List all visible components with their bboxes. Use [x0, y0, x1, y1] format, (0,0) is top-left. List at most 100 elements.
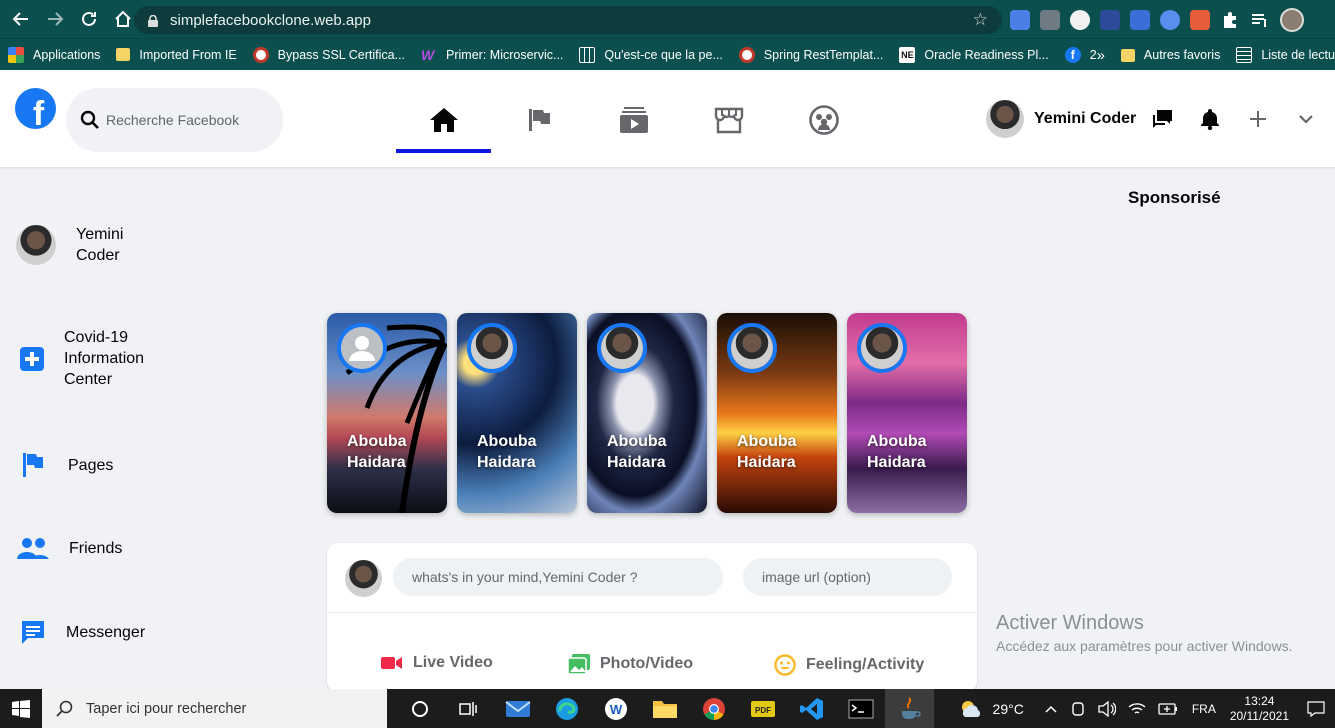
battery-icon[interactable]: [1158, 702, 1178, 715]
start-button[interactable]: [0, 689, 42, 728]
sidebar-item-pages[interactable]: Pages: [22, 453, 113, 477]
bookmark-item[interactable]: f 2: [1064, 46, 1097, 63]
translate-extension-icon[interactable]: [1010, 10, 1030, 30]
photo-icon: [568, 654, 590, 674]
bookmark-item[interactable]: Qu'est-ce que la pe...: [579, 46, 723, 63]
file-explorer-app[interactable]: [640, 689, 689, 728]
reload-button[interactable]: [74, 4, 104, 34]
profile-avatar-icon[interactable]: [1280, 8, 1304, 32]
apps-grid-icon: [8, 46, 24, 63]
puzzle-extension-icon[interactable]: [1100, 10, 1120, 30]
media-controls-icon[interactable]: [1250, 10, 1270, 30]
smiley-icon: [774, 654, 796, 676]
sidebar-item-covid[interactable]: Covid-19 Information Center: [20, 327, 164, 390]
tab-marketplace[interactable]: [681, 88, 776, 152]
meet-now-icon[interactable]: [1070, 701, 1086, 717]
notification-center-icon[interactable]: [1307, 700, 1325, 717]
flag-icon: [23, 453, 43, 477]
cortana-button[interactable]: [395, 689, 444, 728]
bookmark-item[interactable]: Spring RestTemplat...: [738, 46, 883, 63]
story-card[interactable]: Abouba Haidara: [717, 313, 837, 513]
edge-app[interactable]: [542, 689, 591, 728]
story-card[interactable]: Abouba Haidara: [457, 313, 577, 513]
shield-extension-icon[interactable]: [1160, 10, 1180, 30]
forward-button[interactable]: [40, 4, 70, 34]
story-card[interactable]: Abouba Haidara: [327, 313, 447, 513]
bookmark-item[interactable]: Bypass SSL Certifica...: [252, 46, 406, 63]
w-logo-icon: W: [421, 46, 435, 63]
taskbar-search[interactable]: Taper ici pour rechercher: [42, 689, 387, 728]
post-composer: Live Video Photo/Video Feeling/Activity: [327, 543, 977, 693]
sidebar-item-profile[interactable]: Yemini Coder: [16, 224, 146, 266]
back-button[interactable]: [6, 4, 36, 34]
vscode-icon: [799, 697, 823, 720]
lock-icon: [148, 14, 158, 27]
chrome-icon: [702, 697, 725, 720]
sidebar-item-friends[interactable]: Friends: [17, 537, 122, 559]
notifications-button[interactable]: [1186, 108, 1234, 130]
chrome-app[interactable]: [689, 689, 738, 728]
tab-watch[interactable]: [586, 88, 681, 152]
facebook-logo-icon[interactable]: f: [15, 88, 56, 129]
system-tray: 29°C FRA 13:24 20/11/2021: [953, 689, 1335, 728]
folder-icon: [652, 700, 677, 718]
action-label: Feeling/Activity: [806, 656, 925, 673]
bookmark-label: Bypass SSL Certifica...: [277, 47, 406, 62]
back-arrow-icon: [12, 12, 28, 26]
temperature-label: 29°C: [992, 700, 1024, 717]
browser-toolbar: simplefacebookclone.web.app ☆: [0, 0, 1335, 38]
bookmark-item[interactable]: Applications: [8, 46, 100, 63]
avatar[interactable]: [986, 100, 1024, 138]
header-user-name[interactable]: Yemini Coder: [1034, 110, 1136, 128]
image-url-input[interactable]: [743, 558, 952, 596]
pdf-icon: PDF: [750, 700, 775, 717]
fb-header: f Yemini Coder: [0, 70, 1335, 167]
tab-home[interactable]: [396, 88, 491, 153]
story-card[interactable]: Abouba Haidara: [587, 313, 707, 513]
overflow-chevron-icon: »: [1096, 46, 1105, 64]
live-video-button[interactable]: Live Video: [381, 654, 493, 672]
mail-app[interactable]: [493, 689, 542, 728]
account-menu-button[interactable]: [1282, 114, 1330, 124]
ne-logo-icon: NE: [899, 46, 916, 63]
extensions-puzzle-icon[interactable]: [1220, 10, 1240, 30]
tray-chevron[interactable]: [1044, 704, 1058, 714]
story-card[interactable]: Abouba Haidara: [847, 313, 967, 513]
messenger-button[interactable]: [1150, 109, 1174, 129]
rocket-extension-icon[interactable]: [1190, 10, 1210, 30]
java-app[interactable]: [885, 689, 934, 728]
vscode-app[interactable]: [787, 689, 836, 728]
feeling-activity-button[interactable]: Feeling/Activity: [774, 654, 924, 676]
search-input[interactable]: [106, 112, 266, 128]
address-bar[interactable]: simplefacebookclone.web.app ☆: [134, 6, 1002, 34]
wifi-icon[interactable]: [1128, 702, 1146, 716]
bookmark-item[interactable]: NE Oracle Readiness Pl...: [899, 46, 1049, 63]
sidebar-item-messenger[interactable]: Messenger: [20, 619, 145, 645]
volume-icon[interactable]: [1098, 700, 1116, 717]
badge-extension-icon[interactable]: [1130, 10, 1150, 30]
bookmark-item[interactable]: Imported From IE: [116, 48, 237, 62]
terminal-app[interactable]: [836, 689, 885, 728]
post-input[interactable]: [393, 558, 723, 596]
story-name: Abouba Haidara: [607, 433, 667, 471]
chat-bubbles-icon: [1152, 110, 1173, 128]
word-app[interactable]: W: [591, 689, 640, 728]
weather-widget[interactable]: 29°C: [959, 699, 1024, 719]
photo-video-button[interactable]: Photo/Video: [568, 654, 693, 674]
java-cup-icon: [901, 696, 921, 719]
pdf-app[interactable]: PDF: [738, 689, 787, 728]
bookmark-star-icon[interactable]: ☆: [973, 10, 988, 30]
task-view-button[interactable]: [444, 689, 493, 728]
tab-groups[interactable]: [776, 88, 871, 152]
bookmark-folder[interactable]: Autres favoris: [1120, 48, 1220, 62]
tab-pages[interactable]: [491, 88, 586, 152]
bookmark-item[interactable]: W Primer: Microservic...: [421, 47, 563, 63]
create-button[interactable]: [1234, 110, 1282, 128]
reading-list[interactable]: Liste de lectu: [1236, 47, 1335, 63]
terminal-icon: [848, 699, 873, 718]
clock[interactable]: 13:24 20/11/2021: [1230, 694, 1289, 724]
bookmarks-overflow-button[interactable]: »: [1097, 47, 1105, 64]
circle-extension-icon[interactable]: [1070, 10, 1090, 30]
z-extension-icon[interactable]: [1040, 10, 1060, 30]
language-indicator[interactable]: FRA: [1192, 702, 1216, 716]
